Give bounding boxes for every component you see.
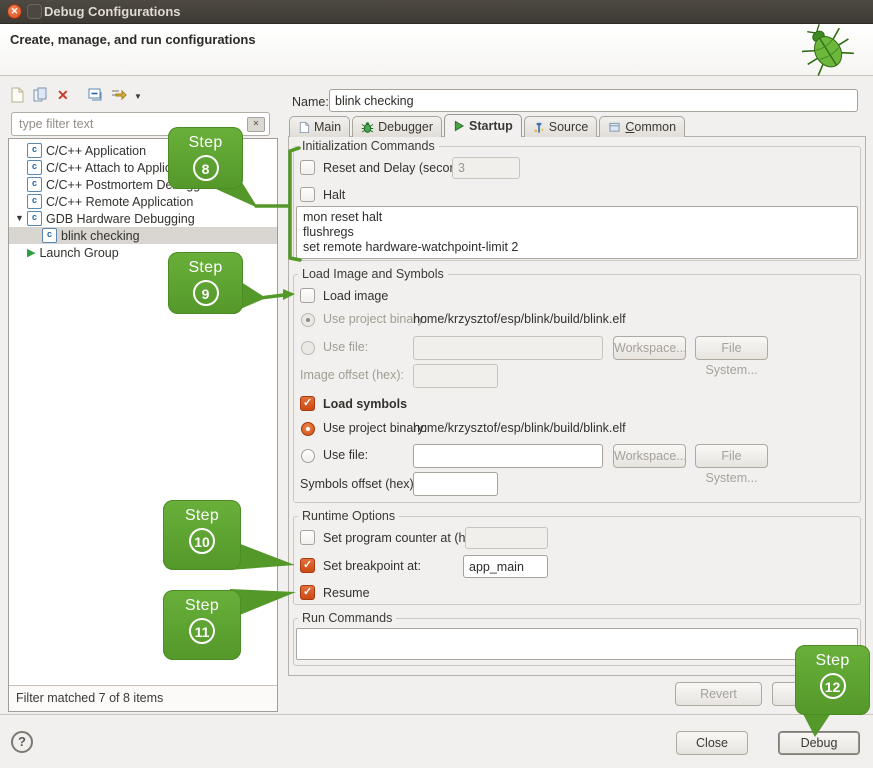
step-badge-number: 10	[189, 528, 215, 554]
tree-item-label: C/C++ Remote Application	[46, 195, 193, 209]
tree-item-cpp-remote[interactable]: C/C++ Remote Application	[9, 193, 277, 210]
tree-item-label: blink checking	[61, 229, 140, 243]
step-badge-word: Step	[163, 597, 241, 615]
close-window-icon[interactable]: ✕	[7, 4, 22, 19]
tab-label: Main	[314, 120, 341, 134]
tree-item-label: C/C++ Application	[46, 144, 146, 158]
run-commands-group-title: Run Commands	[298, 611, 396, 625]
minimize-window-icon[interactable]	[27, 4, 42, 19]
c-file-icon	[27, 177, 42, 192]
debug-bug-icon	[787, 24, 861, 76]
step-badge-number: 12	[820, 673, 846, 699]
step-badge-word: Step	[163, 507, 241, 525]
close-button[interactable]: Close	[676, 731, 748, 755]
help-button[interactable]: ?	[11, 731, 33, 753]
bug-icon	[361, 121, 374, 134]
tab-main[interactable]: Main	[289, 116, 350, 137]
c-file-icon	[27, 160, 42, 175]
tab-bar: Main Debugger Startup Source Common	[289, 115, 685, 137]
step-badge-number: 11	[189, 618, 215, 644]
tab-label: Startup	[469, 119, 513, 133]
runtime-options-group-title: Runtime Options	[298, 509, 399, 523]
step-badge-number: 9	[193, 280, 219, 306]
collapse-all-icon[interactable]	[88, 88, 103, 102]
delete-configuration-icon[interactable]: ✕	[57, 88, 69, 102]
c-file-icon	[27, 143, 42, 158]
tree-item-gdb-hardware-debugging[interactable]: ▼ GDB Hardware Debugging	[9, 210, 277, 227]
name-input[interactable]	[329, 89, 858, 112]
step-11-badge: Step 11	[163, 590, 241, 660]
debug-button[interactable]: Debug	[778, 731, 860, 755]
c-file-icon	[27, 211, 42, 226]
clear-filter-icon[interactable]: ✕	[247, 117, 265, 132]
tree-item-blink-checking[interactable]: blink checking	[9, 227, 277, 244]
startup-tab-content	[288, 136, 866, 676]
dialog-subtitle: Create, manage, and run configurations	[10, 32, 256, 47]
step-badge-number: 8	[193, 155, 219, 181]
filter-configurations-icon[interactable]	[110, 88, 127, 102]
title-bar: ✕ Debug Configurations	[0, 0, 873, 24]
dialog-header: Create, manage, and run configurations	[0, 24, 873, 76]
init-commands-group-title: Initialization Commands	[298, 139, 439, 153]
tab-label: Source	[549, 120, 589, 134]
bottom-separator	[0, 714, 873, 715]
filter-status: Filter matched 7 of 8 items	[9, 685, 277, 711]
tab-label: Common	[625, 120, 676, 134]
step-10-badge: Step 10	[163, 500, 241, 570]
new-configuration-icon[interactable]	[10, 87, 25, 103]
tree-item-label: GDB Hardware Debugging	[46, 212, 195, 226]
step-12-badge: Step 12	[795, 645, 870, 715]
revert-button[interactable]: Revert	[675, 682, 762, 706]
tree-item-label: Launch Group	[39, 246, 118, 260]
c-file-icon	[27, 194, 42, 209]
debug-configurations-dialog: ✕ Debug Configurations Create, manage, a…	[0, 0, 873, 768]
tab-source[interactable]: Source	[524, 116, 598, 137]
name-label: Name:	[292, 95, 329, 109]
source-icon	[533, 121, 545, 134]
page-icon	[298, 121, 310, 134]
tab-common[interactable]: Common	[599, 116, 685, 137]
common-icon	[608, 121, 621, 133]
step-badge-word: Step	[168, 259, 243, 277]
tab-label: Debugger	[378, 120, 433, 134]
toolbar-menu-caret-icon[interactable]: ▼	[134, 92, 142, 101]
step-9-badge: Step 9	[168, 252, 243, 314]
window-title: Debug Configurations	[44, 4, 181, 19]
tab-debugger[interactable]: Debugger	[352, 116, 442, 137]
duplicate-configuration-icon[interactable]	[32, 87, 49, 103]
play-icon	[453, 120, 465, 132]
expander-arrow-icon[interactable]: ▼	[15, 213, 24, 223]
step-8-badge: Step 8	[168, 127, 243, 189]
c-file-icon	[42, 228, 57, 243]
step-badge-word: Step	[795, 652, 870, 670]
tab-startup[interactable]: Startup	[444, 114, 522, 137]
load-image-symbols-group-title: Load Image and Symbols	[298, 267, 448, 281]
step-badge-word: Step	[168, 134, 243, 152]
launch-group-icon: ▶	[27, 246, 35, 259]
